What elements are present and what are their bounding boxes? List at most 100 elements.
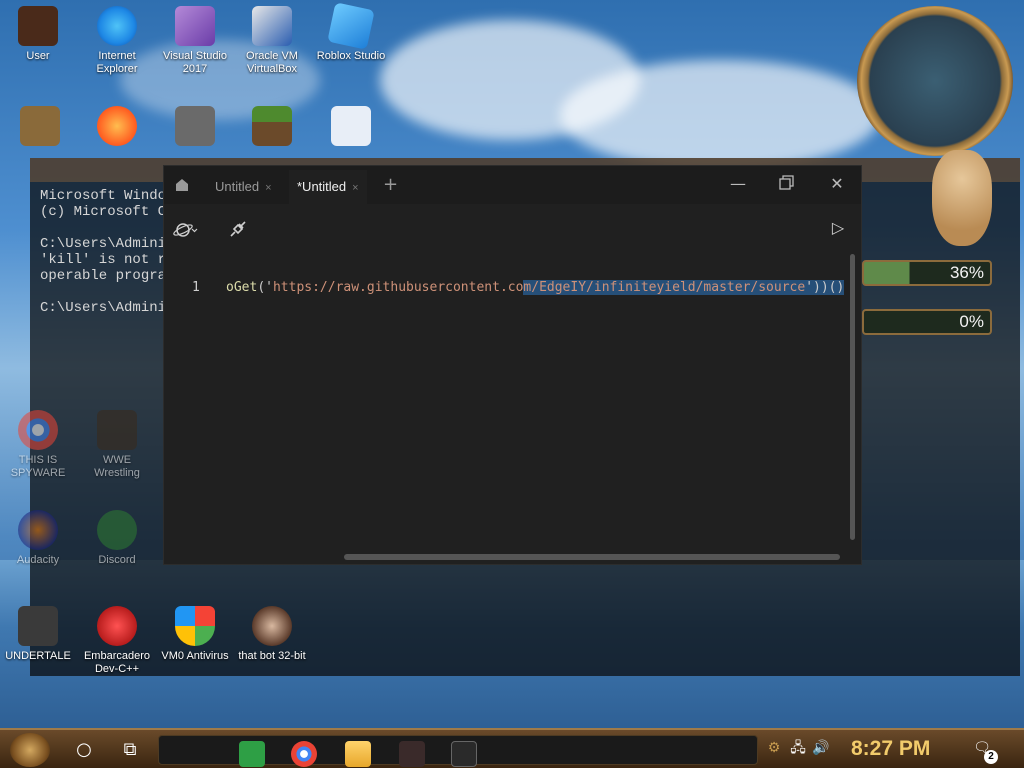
desktop-icon-label: Audacity xyxy=(16,554,60,566)
desktop-icon-audacity[interactable]: Audacity xyxy=(0,510,76,567)
chrome-icon xyxy=(18,410,58,450)
console-line: operable program xyxy=(40,268,175,284)
tab-close-icon[interactable]: × xyxy=(352,182,358,194)
taskbar-clock[interactable]: 8:27 PM xyxy=(851,735,930,763)
desktop-icon-virtualbox[interactable]: Oracle VM VirtualBox xyxy=(234,6,310,76)
notification-count-badge: 2 xyxy=(984,750,998,764)
desktop-icon-bot[interactable]: that bot 32-bit xyxy=(234,606,310,663)
desktop-icon-spyware[interactable]: THIS IS SPYWARE xyxy=(0,410,76,480)
console-line: C:\Users\Adminis xyxy=(40,236,175,252)
script-editor-taskbar-icon[interactable] xyxy=(451,741,477,767)
minecraft-block-icon xyxy=(252,106,292,146)
line-number: 1 xyxy=(192,280,200,295)
code-punctuation-selected: '))() xyxy=(805,280,845,295)
planet-dropdown-icon[interactable] xyxy=(172,216,198,242)
desktop-icon-label: UNDERTALE xyxy=(5,650,71,662)
code-string-token: https://raw.githubusercontent.co xyxy=(272,280,524,295)
desktop-icon-label: Oracle VM VirtualBox xyxy=(246,50,298,75)
chrome-taskbar-icon[interactable] xyxy=(291,741,317,767)
task-view-icon[interactable]: ⧉ xyxy=(116,736,144,764)
tab-close-icon[interactable]: × xyxy=(265,182,271,194)
script-editor-window[interactable]: Untitled × *Untitled × + — ✕ ▷ 1 oGet('htt… xyxy=(163,165,862,565)
console-taskbar-icon[interactable] xyxy=(399,741,425,767)
tab-label: Untitled xyxy=(215,179,260,194)
plug-attach-icon[interactable] xyxy=(225,216,251,242)
shield-icon xyxy=(175,606,215,646)
start-button[interactable] xyxy=(10,733,50,767)
editor-toolbar: ▷ xyxy=(164,204,861,252)
desktop-icon-wwe[interactable]: WWE Wrestling xyxy=(79,410,155,480)
desktop-icon-firefox[interactable] xyxy=(79,106,155,150)
horizontal-scrollbar[interactable] xyxy=(344,554,840,560)
cloud xyxy=(560,60,880,170)
desktop-icon-minecraft[interactable] xyxy=(234,106,310,150)
gear-tray-icon[interactable]: ⚙ xyxy=(764,738,784,758)
desktop-icon-label: WWE Wrestling xyxy=(94,454,140,479)
chat-app-icon[interactable] xyxy=(239,741,265,767)
desktop-icon-label: Embarcadero Dev-C++ xyxy=(83,650,151,675)
maximize-icon xyxy=(779,175,794,190)
desktop-icon-devcpp[interactable]: Embarcadero Dev-C++ xyxy=(79,606,155,676)
steampunk-computer-icon xyxy=(20,106,60,146)
desktop-icon-label: THIS IS SPYWARE xyxy=(10,454,66,479)
console-line: (c) Microsoft Co xyxy=(40,204,175,220)
volume-icon[interactable]: 🔊 xyxy=(811,738,831,758)
unity-logo-icon xyxy=(18,606,58,646)
desktop-icon-roblox-studio[interactable]: Roblox Studio xyxy=(313,2,389,63)
minimize-button[interactable]: — xyxy=(726,172,750,196)
wwe-game-icon xyxy=(97,410,137,450)
close-button[interactable]: ✕ xyxy=(825,172,849,196)
desktop-icon-roblox[interactable] xyxy=(313,106,389,150)
new-tab-button[interactable]: + xyxy=(383,172,398,198)
desktop-icon-visual-studio[interactable]: Visual Studio 2017 xyxy=(157,6,233,76)
desktop-icon-label: VM0 Antivirus xyxy=(161,650,229,662)
code-function-token: oGet xyxy=(226,280,258,295)
network-icon[interactable]: 🖧 xyxy=(788,738,808,758)
desktop-icon-label: that bot 32-bit xyxy=(238,650,306,662)
ram-meter-gadget: 0% xyxy=(862,309,992,335)
code-punctuation: (' xyxy=(257,280,273,295)
cpu-meter-value: 36% xyxy=(949,263,984,282)
desktop-icon-antivirus[interactable]: VM0 Antivirus xyxy=(157,606,233,663)
desktop-icon-discord[interactable]: Discord xyxy=(79,510,155,567)
search-circle-icon[interactable]: ○ xyxy=(70,736,98,764)
run-button[interactable]: ▷ xyxy=(826,216,850,240)
devcpp-icon xyxy=(97,606,137,646)
tab-untitled-modified[interactable]: *Untitled × xyxy=(289,170,367,204)
portrait-icon xyxy=(252,606,292,646)
console-line: Microsoft Windows xyxy=(40,188,183,204)
desktop-icon-label: Internet Explorer xyxy=(96,50,138,75)
cpu-meter-gadget: 36% xyxy=(862,260,992,286)
roblox-studio-icon xyxy=(327,2,375,50)
roblox-icon xyxy=(331,106,371,146)
steampunk-clock-gadget[interactable] xyxy=(857,6,1013,156)
console-line: 'kill' is not re xyxy=(40,252,175,268)
tab-untitled[interactable]: Untitled × xyxy=(207,170,280,204)
virtualbox-cube-icon xyxy=(252,6,292,46)
desktop-icon-label: Discord xyxy=(98,554,136,566)
restore-button[interactable] xyxy=(774,172,798,196)
hamster-mascot xyxy=(932,150,992,246)
desktop-icon-internet-explorer[interactable]: Internet Explorer xyxy=(79,6,155,76)
ram-meter-value: 0% xyxy=(959,312,984,331)
desktop-icon-undertale[interactable]: UNDERTALE xyxy=(0,606,76,663)
chat-bubble-icon xyxy=(97,510,137,550)
desktop-icon-label: User xyxy=(26,50,50,62)
stack-windows-icon xyxy=(175,106,215,146)
code-string-selected: m/EdgeIY/infiniteyield/master/source xyxy=(523,280,806,295)
desktop-icon-user[interactable]: User xyxy=(0,6,76,63)
visual-studio-icon xyxy=(175,6,215,46)
taskbar-apps-area xyxy=(158,735,758,767)
desktop-icon-copy-stack[interactable] xyxy=(157,106,233,150)
home-icon[interactable] xyxy=(172,175,192,195)
tab-label: *Untitled xyxy=(297,179,347,194)
console-line: C:\Users\Adminis xyxy=(40,300,175,316)
file-explorer-icon[interactable] xyxy=(345,741,371,767)
tab-bar: Untitled × *Untitled × + — ✕ xyxy=(164,166,861,204)
code-line[interactable]: oGet('https://raw.githubusercontent.com/… xyxy=(226,279,845,297)
taskbar: ○ ⧉ ⚙ 🖧 🔊 8:27 PM 🗨 2 xyxy=(0,728,1024,768)
vertical-scrollbar[interactable] xyxy=(850,254,855,540)
code-editor[interactable]: 1 oGet('https://raw.githubusercontent.co… xyxy=(164,252,861,564)
desktop-icon-steampunk-pc[interactable] xyxy=(2,106,78,150)
firefox-icon xyxy=(97,106,137,146)
